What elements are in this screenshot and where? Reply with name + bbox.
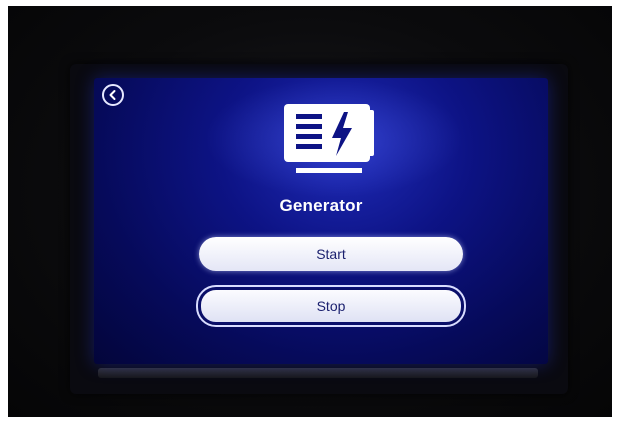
chevron-left-icon [109,90,116,100]
device-photo: Generator Start Stop [8,6,612,417]
touch-screen: Generator Start Stop [94,78,548,364]
start-button-label: Start [316,246,346,262]
device-ledge [98,368,538,378]
back-button[interactable] [102,84,124,106]
generator-icon [284,104,374,173]
stop-button-label: Stop [316,298,346,314]
page-title: Generator [279,196,363,215]
stop-button[interactable]: Stop [196,285,466,327]
start-button[interactable]: Start [199,237,463,271]
